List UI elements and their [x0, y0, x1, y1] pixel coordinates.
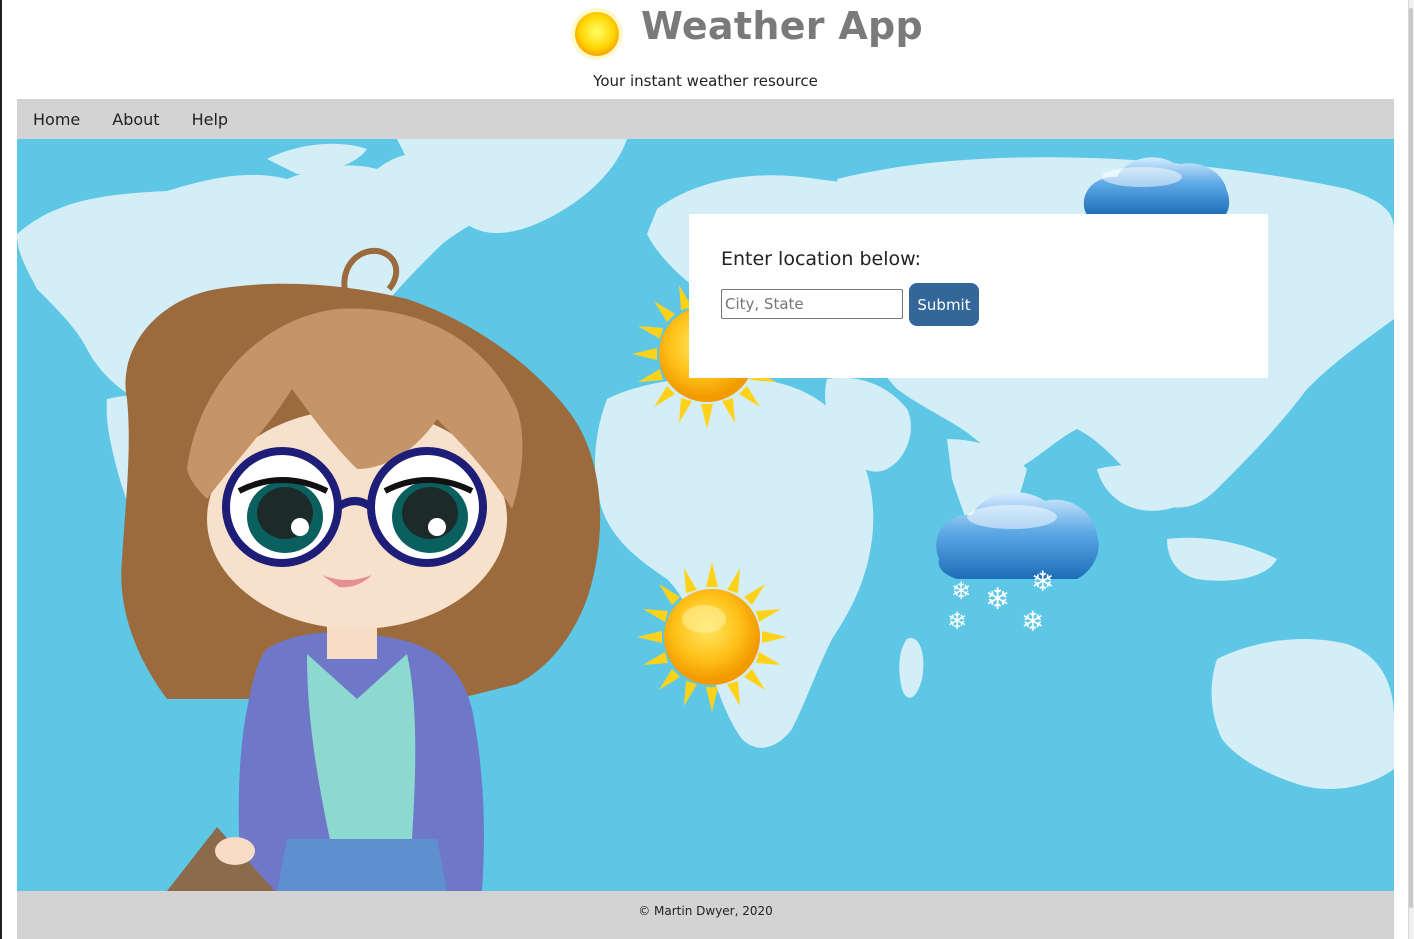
- nav-home-link[interactable]: Home: [33, 110, 80, 129]
- snow-cloud-icon: ❄ ❄ ❄ ❄ ❄: [936, 492, 1099, 638]
- svg-text:❄: ❄: [1021, 605, 1044, 638]
- copyright-text: © Martin Dwyer, 2020: [638, 904, 773, 918]
- scrollbar[interactable]: [1408, 0, 1414, 939]
- page-header: Weather App Your instant weather resourc…: [17, 0, 1394, 99]
- nav-help-link[interactable]: Help: [192, 110, 228, 129]
- cartoon-girl-illustration: [121, 247, 601, 891]
- city-state-input[interactable]: [721, 289, 903, 319]
- scrollbar-thumb[interactable]: [1409, 8, 1413, 908]
- nav-about-link[interactable]: About: [112, 110, 159, 129]
- sun-icon: [637, 562, 787, 712]
- submit-button[interactable]: Submit: [909, 283, 979, 326]
- hero-section: ❄ ❄ ❄ ❄ ❄ Enter location below: City, St…: [17, 139, 1394, 891]
- page-footer: © Martin Dwyer, 2020: [17, 891, 1394, 939]
- app-title: Weather App: [641, 4, 924, 48]
- location-form-card: Enter location below: Submit: [689, 214, 1268, 378]
- window-left-edge: [0, 0, 2, 939]
- svg-text:❄: ❄: [985, 582, 1010, 617]
- svg-text:❄: ❄: [951, 577, 971, 605]
- location-form-heading: Enter location below:: [721, 248, 922, 270]
- sun-icon: [571, 8, 623, 60]
- navbar: Home About Help: [17, 99, 1394, 139]
- svg-text:❄: ❄: [1031, 565, 1054, 598]
- app-subtitle: Your instant weather resource: [593, 72, 818, 90]
- svg-text:❄: ❄: [947, 607, 967, 635]
